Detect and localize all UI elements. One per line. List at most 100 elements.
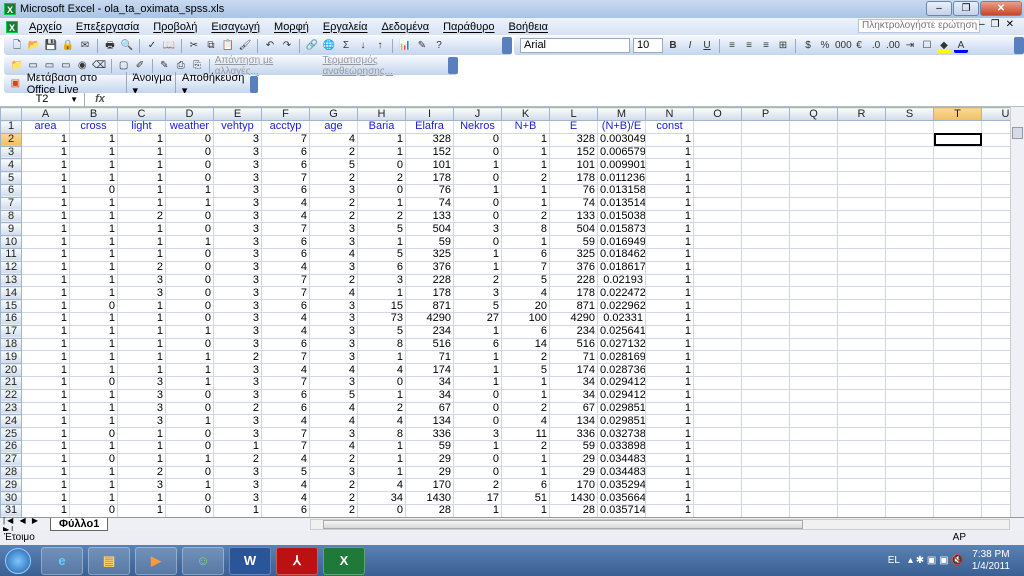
cell-T23[interactable]: [933, 401, 982, 416]
cell-C10[interactable]: 1: [117, 235, 166, 249]
cell-L27[interactable]: 29: [549, 452, 598, 467]
cell-S30[interactable]: [885, 491, 934, 505]
cell-C5[interactable]: 1: [117, 171, 166, 185]
cell-N31[interactable]: 1: [645, 503, 694, 518]
cell-I21[interactable]: 34: [405, 375, 454, 390]
cell-L31[interactable]: 28: [549, 503, 598, 518]
cell-K31[interactable]: 1: [501, 503, 550, 518]
cell-J4[interactable]: 1: [453, 158, 502, 173]
cell-O28[interactable]: [693, 465, 742, 480]
cell-P17[interactable]: [741, 324, 790, 339]
cell-S20[interactable]: [885, 363, 934, 377]
cell-F14[interactable]: 7: [261, 286, 310, 301]
cell-O20[interactable]: [693, 363, 742, 377]
cell-A13[interactable]: 1: [21, 273, 70, 288]
cell-A17[interactable]: 1: [21, 324, 70, 339]
cell-E8[interactable]: 3: [213, 209, 262, 224]
paste-icon[interactable]: 📋: [221, 39, 235, 53]
cell-Q28[interactable]: [789, 465, 838, 480]
row-header-15[interactable]: 15: [0, 299, 22, 313]
cell-R18[interactable]: [837, 337, 886, 352]
cell-I24[interactable]: 134: [405, 414, 454, 429]
cell-A28[interactable]: 1: [21, 465, 70, 480]
cell-F12[interactable]: 4: [261, 260, 310, 275]
cell-B25[interactable]: 0: [69, 427, 118, 441]
header-cell-R1[interactable]: [837, 120, 886, 134]
cell-R10[interactable]: [837, 235, 886, 249]
word-icon[interactable]: W: [229, 546, 271, 575]
cell-M22[interactable]: 0.029412: [597, 388, 646, 403]
cell-L9[interactable]: 504: [549, 222, 598, 237]
cell-J6[interactable]: 1: [453, 183, 502, 198]
cell-F18[interactable]: 6: [261, 337, 310, 352]
cell-Q13[interactable]: [789, 273, 838, 288]
cell-L8[interactable]: 133: [549, 209, 598, 224]
cell-F4[interactable]: 6: [261, 158, 310, 173]
cell-D30[interactable]: 0: [165, 491, 214, 505]
cell-B5[interactable]: 1: [69, 171, 118, 185]
currency-button[interactable]: $: [801, 39, 815, 53]
row-header-10[interactable]: 10: [0, 235, 22, 249]
cell-B4[interactable]: 1: [69, 158, 118, 173]
cell-H8[interactable]: 2: [357, 209, 406, 224]
cell-D23[interactable]: 0: [165, 401, 214, 416]
cell-O8[interactable]: [693, 209, 742, 224]
cell-T10[interactable]: [933, 235, 982, 249]
print-preview-icon[interactable]: 🔍: [120, 39, 134, 53]
cell-G6[interactable]: 3: [309, 183, 358, 198]
cell-G10[interactable]: 3: [309, 235, 358, 249]
cell-D20[interactable]: 1: [165, 363, 214, 377]
row-header-8[interactable]: 8: [0, 209, 22, 224]
cell-J8[interactable]: 0: [453, 209, 502, 224]
cell-J23[interactable]: 0: [453, 401, 502, 416]
toolbar-options-icon[interactable]: [1014, 37, 1024, 54]
cell-B19[interactable]: 1: [69, 350, 118, 365]
cell-M21[interactable]: 0.029412: [597, 375, 646, 390]
cell-Q14[interactable]: [789, 286, 838, 301]
cell-M26[interactable]: 0.033898: [597, 439, 646, 454]
research-icon[interactable]: 📖: [162, 39, 176, 53]
cell-A29[interactable]: 1: [21, 478, 70, 493]
row-header-5[interactable]: 5: [0, 171, 22, 185]
explorer-icon[interactable]: ▤: [88, 546, 130, 575]
open-icon[interactable]: 📂: [27, 39, 41, 53]
cell-C6[interactable]: 1: [117, 183, 166, 198]
cell-R12[interactable]: [837, 260, 886, 275]
cell-O9[interactable]: [693, 222, 742, 237]
row-header-26[interactable]: 26: [0, 439, 22, 454]
cell-D21[interactable]: 1: [165, 375, 214, 390]
header-cell-B1[interactable]: cross: [69, 120, 118, 134]
cell-S15[interactable]: [885, 299, 934, 313]
cell-K20[interactable]: 5: [501, 363, 550, 377]
cell-A19[interactable]: 1: [21, 350, 70, 365]
cell-A24[interactable]: 1: [21, 414, 70, 429]
cell-O26[interactable]: [693, 439, 742, 454]
cell-F9[interactable]: 7: [261, 222, 310, 237]
cell-N5[interactable]: 1: [645, 171, 694, 185]
cell-R14[interactable]: [837, 286, 886, 301]
spreadsheet-grid[interactable]: A B C D E F G H I J K L M N O P Q R S T U 1 area cross light weat…: [0, 107, 1024, 518]
cell-K29[interactable]: 6: [501, 478, 550, 493]
cell-G17[interactable]: 3: [309, 324, 358, 339]
cell-O5[interactable]: [693, 171, 742, 185]
cell-C18[interactable]: 1: [117, 337, 166, 352]
cut-icon[interactable]: ✂: [187, 39, 201, 53]
cell-A30[interactable]: 1: [21, 491, 70, 505]
cell-E4[interactable]: 3: [213, 158, 262, 173]
menu-8[interactable]: Βοήθεια: [509, 21, 548, 33]
cell-H21[interactable]: 0: [357, 375, 406, 390]
cell-J25[interactable]: 3: [453, 427, 502, 441]
tray-icons[interactable]: ▴ ✱ ▣ ▣ 🔇: [908, 555, 964, 566]
cell-G19[interactable]: 3: [309, 350, 358, 365]
cell-S13[interactable]: [885, 273, 934, 288]
cell-K21[interactable]: 1: [501, 375, 550, 390]
chart-wizard-icon[interactable]: 📊: [398, 39, 412, 53]
decrease-decimal-icon[interactable]: .00: [886, 39, 900, 53]
cell-S10[interactable]: [885, 235, 934, 249]
cell-E14[interactable]: 3: [213, 286, 262, 301]
cell-N19[interactable]: 1: [645, 350, 694, 365]
cell-E23[interactable]: 2: [213, 401, 262, 416]
cell-K12[interactable]: 7: [501, 260, 550, 275]
cell-N22[interactable]: 1: [645, 388, 694, 403]
start-button[interactable]: [0, 546, 36, 576]
